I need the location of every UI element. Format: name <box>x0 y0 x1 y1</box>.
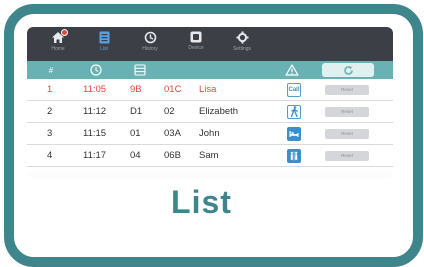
nav-device[interactable]: Device <box>173 27 219 61</box>
history-icon <box>144 31 156 44</box>
reset-cell: Reset <box>325 79 369 100</box>
row-room: 04 <box>130 150 141 161</box>
nav-label: List <box>100 46 108 52</box>
feature-caption: List <box>171 184 232 220</box>
table-row[interactable]: 1 11:05 9B 01C Lisa Call Reset <box>27 79 393 101</box>
row-number: 1 <box>47 84 53 95</box>
row-time: 11:15 <box>83 128 107 139</box>
reset-button[interactable]: Reset <box>325 150 369 161</box>
row-time: 11:12 <box>83 106 107 117</box>
device-icon <box>190 31 202 43</box>
nav-settings[interactable]: Settings <box>219 27 265 61</box>
bathroom-icon <box>286 145 302 166</box>
table-row[interactable]: 3 11:15 01 03A John Reset <box>27 123 393 145</box>
call-icon: Call <box>286 79 302 100</box>
reset-cell: Reset <box>325 123 369 144</box>
row-number: 4 <box>47 150 53 161</box>
reset-cell: Reset <box>325 145 369 166</box>
reset-cell: Reset <box>325 101 369 122</box>
reset-button[interactable]: Reset <box>325 128 369 139</box>
nav-label: Settings <box>232 46 252 52</box>
nav-label: Home <box>51 46 65 52</box>
bed-icon <box>286 123 302 144</box>
refresh-icon <box>343 65 353 75</box>
table-header: # <box>27 61 393 79</box>
row-room: D1 <box>130 106 143 117</box>
row-bed: 02 <box>164 106 175 117</box>
clock-icon <box>87 61 105 79</box>
walking-person-icon-frame <box>287 104 301 119</box>
list-icon <box>99 31 109 44</box>
device-screen: Home List History Device Settings # 1 11… <box>27 27 393 178</box>
row-name: John <box>199 128 220 139</box>
nav-bar: Home List History Device Settings <box>27 27 393 61</box>
table-row[interactable]: 4 11:17 04 06B Sam Reset <box>27 145 393 167</box>
row-number: 3 <box>47 128 53 139</box>
nav-history[interactable]: History <box>127 27 173 61</box>
row-bed: 03A <box>164 128 181 139</box>
row-name: Lisa <box>199 84 217 95</box>
bathroom-icon-frame <box>287 148 301 163</box>
row-room: 9B <box>130 84 142 95</box>
table-row[interactable]: 2 11:12 D1 02 Elizabeth Reset <box>27 101 393 123</box>
walking-person-icon <box>286 101 302 122</box>
bed-icon-frame <box>287 126 301 141</box>
notification-badge <box>61 29 68 36</box>
screen-bottom <box>27 168 393 178</box>
nav-label: Device <box>188 45 204 51</box>
table-icon <box>131 61 149 79</box>
nav-list[interactable]: List <box>81 27 127 61</box>
call-label: Call <box>288 86 300 93</box>
row-room: 01 <box>130 128 141 139</box>
nav-label: History <box>142 46 158 52</box>
nav-home[interactable]: Home <box>35 27 81 61</box>
row-name: Elizabeth <box>199 106 239 117</box>
refresh-button[interactable] <box>322 63 374 77</box>
row-bed: 06B <box>164 150 181 161</box>
gear-icon <box>236 31 248 44</box>
warning-icon <box>282 61 302 79</box>
row-bed: 01C <box>164 84 182 95</box>
reset-button[interactable]: Reset <box>325 106 369 117</box>
row-time: 11:05 <box>83 84 107 95</box>
header-number: # <box>48 65 54 75</box>
reset-button[interactable]: Reset <box>325 84 369 95</box>
call-icon-frame: Call <box>287 82 301 97</box>
row-name: Sam <box>199 150 219 161</box>
row-time: 11:17 <box>83 150 107 161</box>
row-number: 2 <box>47 106 53 117</box>
home-icon <box>51 29 68 44</box>
